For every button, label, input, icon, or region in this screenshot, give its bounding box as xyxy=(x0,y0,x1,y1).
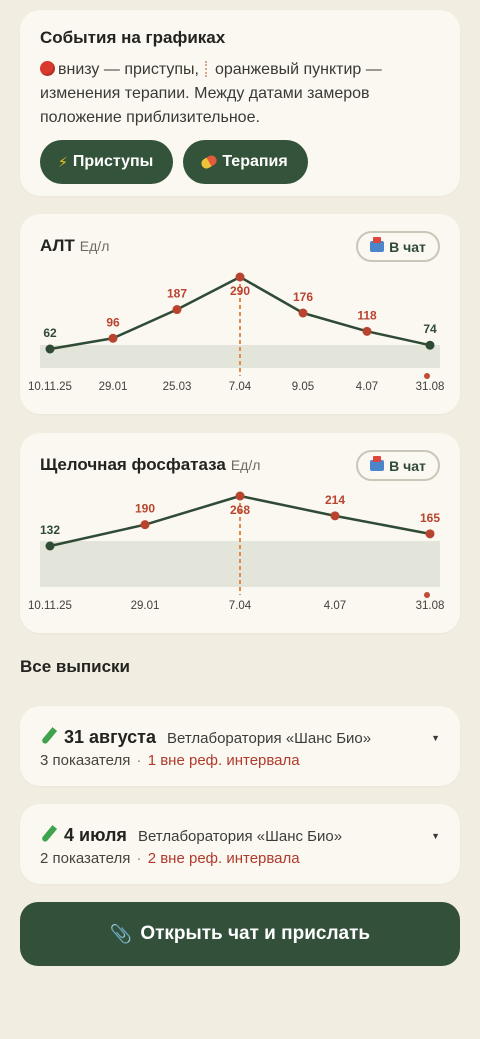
data-point xyxy=(140,520,150,530)
seizures-chip[interactable]: ⚡ Приступы xyxy=(40,140,174,184)
data-label: 176 xyxy=(293,290,313,304)
test-tube-icon xyxy=(40,825,58,843)
seizures-chip-label: Приступы xyxy=(72,153,154,170)
record-summary: 3 показателя · 1 вне реф. интервала xyxy=(40,752,300,769)
data-label: 187 xyxy=(167,287,187,301)
data-point xyxy=(108,333,118,343)
alt-chart-unit: Ед/л xyxy=(79,238,110,254)
seizure-dot-icon xyxy=(40,61,55,76)
data-point xyxy=(172,305,182,315)
alp-to-chat-button[interactable]: В чат xyxy=(356,450,440,481)
record-separator: · xyxy=(136,752,142,769)
events-line3: положение приблизительное. xyxy=(40,109,260,126)
paperclip-icon: 📎 xyxy=(109,923,133,944)
inbox-icon xyxy=(370,456,385,471)
x-tick-label: 31.08 xyxy=(416,381,445,393)
x-tick-label: 29.01 xyxy=(131,600,160,612)
lightning-icon: ⚡ xyxy=(58,153,68,170)
inbox-icon xyxy=(370,237,385,252)
data-point xyxy=(235,272,245,282)
record-item[interactable]: 31 августа Ветлаборатория «Шанс Био» 3 п… xyxy=(20,706,460,786)
data-label: 74 xyxy=(423,322,437,336)
data-label: 214 xyxy=(325,493,345,507)
data-point xyxy=(45,541,55,551)
records-title: Все выписки xyxy=(20,657,131,676)
data-point xyxy=(425,529,435,539)
record-out-of-range: 2 вне реф. интервала xyxy=(147,850,300,867)
x-tick-label: 10.11.25 xyxy=(28,381,72,393)
x-tick-label: 9.05 xyxy=(292,381,314,393)
events-line2: изменения терапии. Между датами замеров xyxy=(40,85,370,102)
x-tick-label: 25.03 xyxy=(163,381,192,393)
data-point xyxy=(235,491,245,501)
therapy-chip-label: Терапия xyxy=(222,153,288,170)
alt-to-chat-button[interactable]: В чат xyxy=(356,231,440,262)
data-point xyxy=(362,326,372,336)
record-out-of-range: 1 вне реф. интервала xyxy=(147,752,300,769)
open-chat-button[interactable]: 📎 Открыть чат и прислать xyxy=(20,902,460,966)
data-label: 268 xyxy=(230,503,250,517)
data-label: 118 xyxy=(357,308,377,322)
data-label: 132 xyxy=(40,523,60,537)
data-point xyxy=(425,340,435,350)
alp-chart-card: 132 190 268 214 165 10.11.25 29.01 7.04 4.07 31.0… xyxy=(20,433,460,633)
chevron-down-icon[interactable]: ▼ xyxy=(431,831,440,841)
events-description: внизу — приступы, оранжевый пунктир — изм… xyxy=(40,58,440,130)
x-tick-label: 29.01 xyxy=(99,381,128,393)
data-label: 62 xyxy=(43,326,57,340)
pill-icon xyxy=(199,153,219,171)
record-date: 31 августа xyxy=(64,727,156,747)
alt-chart-title: АЛТ xyxy=(40,236,75,255)
data-point xyxy=(45,344,55,354)
x-tick-label: 7.04 xyxy=(229,600,252,612)
data-point xyxy=(298,308,308,318)
seizure-marker xyxy=(424,373,430,379)
events-title: События на графиках xyxy=(40,28,226,47)
seizure-marker xyxy=(424,592,430,598)
alp-chart-unit: Ед/л xyxy=(230,457,261,473)
therapy-chip[interactable]: Терапия xyxy=(183,140,308,184)
data-point xyxy=(330,511,340,521)
record-item[interactable]: 4 июля Ветлаборатория «Шанс Био» 2 показ… xyxy=(20,804,460,884)
test-tube-icon xyxy=(40,727,58,745)
x-tick-label: 4.07 xyxy=(356,381,378,393)
chevron-down-icon[interactable]: ▼ xyxy=(431,733,440,743)
record-lab: Ветлаборатория «Шанс Био» xyxy=(137,828,343,845)
open-chat-label: Открыть чат и прислать xyxy=(140,923,371,944)
alp-to-chat-label: В чат xyxy=(389,457,426,474)
record-count: 3 показателя xyxy=(40,752,131,769)
x-tick-label: 4.07 xyxy=(324,600,346,612)
events-line1-b: оранжевый пунктир — xyxy=(214,61,382,78)
record-summary: 2 показателя · 2 вне реф. интервала xyxy=(40,850,300,867)
x-tick-label: 7.04 xyxy=(229,381,252,393)
record-lab: Ветлаборатория «Шанс Био» xyxy=(167,730,372,747)
record-count: 2 показателя xyxy=(40,850,131,867)
events-line1-a: внизу — приступы, xyxy=(58,61,199,78)
x-tick-label: 31.08 xyxy=(416,600,445,612)
events-card: События на графиках внизу — приступы, ора… xyxy=(20,10,460,196)
x-tick-label: 10.11.25 xyxy=(28,600,72,612)
alp-chart-title: Щелочная фосфатаза xyxy=(40,455,226,474)
data-label: 165 xyxy=(420,511,440,525)
therapy-dash-icon xyxy=(204,61,207,77)
record-separator: · xyxy=(136,850,142,867)
data-label: 96 xyxy=(106,315,120,329)
record-date: 4 июля xyxy=(64,825,127,845)
data-label: 190 xyxy=(135,502,155,516)
alt-to-chat-label: В чат xyxy=(389,238,426,255)
data-label: 290 xyxy=(230,284,250,298)
alt-chart-card: 62 96 187 290 176 118 74 10.11.25 29.01 25.03 7.04… xyxy=(20,214,460,414)
